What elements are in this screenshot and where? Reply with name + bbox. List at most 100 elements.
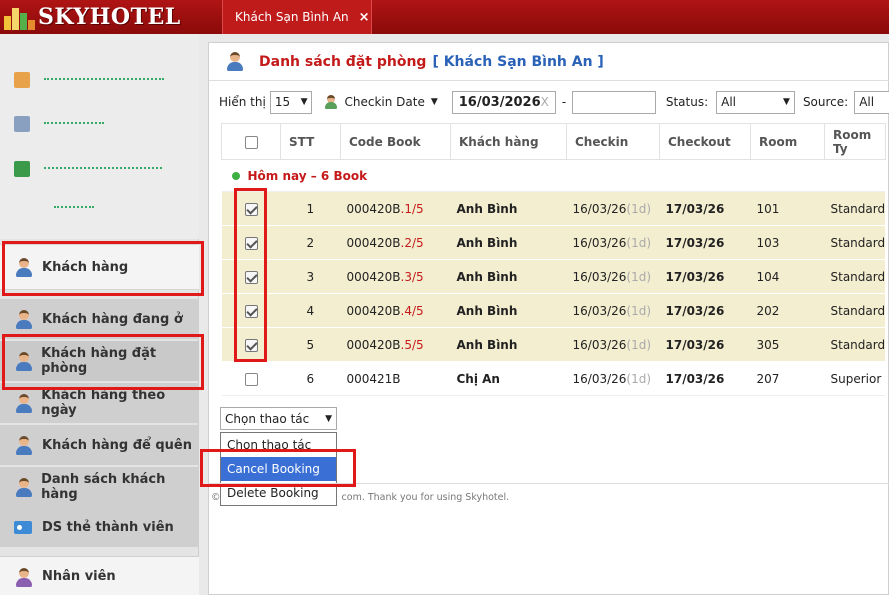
chevron-down-icon: ▼: [783, 97, 790, 107]
col-stt[interactable]: STT: [280, 123, 341, 160]
room-icon: [14, 72, 30, 88]
date-from-input[interactable]: 16/03/2026 X: [451, 90, 556, 114]
clear-date-icon[interactable]: X: [541, 95, 549, 109]
cell-code-book[interactable]: 000420B.2/5: [340, 225, 451, 260]
col-checkin[interactable]: Checkin: [566, 123, 660, 160]
code-book-value: 000421B: [346, 371, 401, 386]
sidebar-item-staying[interactable]: Khách hàng đang ở: [0, 299, 199, 339]
sidebar-item-label: Khách hàng đang ở: [42, 311, 183, 327]
code-book-suffix: .5/5: [400, 337, 424, 352]
cell-room-type: Standard: [824, 327, 886, 362]
sidebar-item-unlabeled-4[interactable]: [54, 206, 94, 210]
sidebar-item-customer-list[interactable]: Danh sách khách hàng: [0, 467, 199, 507]
cell-stt: 3: [280, 259, 341, 294]
status-label: Status:: [665, 95, 709, 109]
date-type-value: Checkin Date: [344, 95, 425, 109]
sidebar-item-member-cards[interactable]: DS thẻ thành viên: [0, 507, 199, 547]
sidebar-item-forgotten[interactable]: Khách hàng để quên: [0, 425, 199, 465]
sidebar-group-staff[interactable]: Nhân viên: [0, 556, 199, 595]
col-room[interactable]: Room: [750, 123, 825, 160]
row-checkbox[interactable]: [244, 338, 258, 352]
code-book-value: 000420B: [346, 201, 401, 216]
staff-icon: [14, 567, 34, 587]
col-room-type[interactable]: Room Ty: [824, 123, 886, 160]
cell-checkout: 17/03/26: [659, 361, 751, 396]
cell-guest[interactable]: Anh Bình: [450, 191, 567, 226]
select-all-header: [221, 123, 281, 160]
sidebar-group-label: Khách hàng: [42, 259, 129, 275]
code-book-suffix: .4/5: [400, 303, 424, 318]
cell-room-type: Standard: [824, 259, 886, 294]
col-checkout[interactable]: Checkout: [659, 123, 751, 160]
money-icon: [14, 161, 30, 177]
row-select-cell: [221, 259, 281, 294]
cell-code-book[interactable]: 000421B: [340, 361, 451, 396]
sidebar-item-by-date[interactable]: Khách hàng theo ngày: [0, 383, 199, 423]
cell-guest[interactable]: Anh Bình: [450, 259, 567, 294]
checkin-value: 16/03/26: [572, 269, 627, 284]
hotel-building-icon: [2, 2, 36, 32]
group-label: Hôm nay – 6 Book: [247, 168, 368, 183]
page-header: Danh sách đặt phòng [ Khách Sạn Bình An …: [209, 43, 889, 81]
booking-table: STT Code Book Khách hàng Checkin Checkou…: [221, 123, 886, 396]
cell-stt: 4: [280, 293, 341, 328]
row-checkbox[interactable]: [244, 372, 258, 386]
main-panel: Danh sách đặt phòng [ Khách Sạn Bình An …: [208, 42, 889, 595]
sidebar-group-customers[interactable]: Khách hàng: [0, 244, 199, 290]
source-select[interactable]: All: [854, 90, 889, 114]
table-row[interactable]: 1 000420B.1/5 Anh Bình 16/03/26(1d) 17/03/26…: [221, 191, 886, 226]
cell-guest[interactable]: Chị An: [450, 361, 567, 396]
table-row[interactable]: 4 000420B.4/5 Anh Bình 16/03/26(1d) 17/03/26…: [221, 293, 886, 328]
sidebar-item-unlabeled-1[interactable]: [14, 72, 164, 88]
source-label: Source:: [802, 95, 849, 109]
cell-code-book[interactable]: 000420B.5/5: [340, 327, 451, 362]
table-row[interactable]: 3 000420B.3/5 Anh Bình 16/03/26(1d) 17/03/26…: [221, 259, 886, 294]
col-code-book[interactable]: Code Book: [340, 123, 451, 160]
cell-room-type: Standard: [824, 293, 886, 328]
action-select[interactable]: Chọn thao tác ▼: [220, 407, 337, 430]
table-row[interactable]: 2 000420B.2/5 Anh Bình 16/03/26(1d) 17/03/26…: [221, 225, 886, 260]
cell-checkin: 16/03/26(1d): [566, 191, 660, 226]
sidebar-item-bookings[interactable]: Khách hàng đặt phòng: [0, 341, 199, 381]
tab-hotel[interactable]: Khách Sạn Bình An ×: [222, 0, 372, 34]
caret-down-icon: ▼: [430, 97, 438, 107]
cell-guest[interactable]: Anh Bình: [450, 293, 567, 328]
code-book-suffix: .2/5: [400, 235, 424, 250]
cell-checkin: 16/03/26(1d): [566, 293, 660, 328]
date-to-input[interactable]: [572, 90, 656, 114]
cell-checkin: 16/03/26(1d): [566, 327, 660, 362]
cell-checkout: 17/03/26: [659, 293, 751, 328]
row-checkbox[interactable]: [244, 270, 258, 284]
sidebar-item-unlabeled-2[interactable]: [14, 116, 104, 132]
select-all-checkbox[interactable]: [244, 135, 258, 149]
cell-room: 104: [750, 259, 825, 294]
action-option-choose[interactable]: Chọn thao tác: [221, 433, 336, 457]
status-select[interactable]: All ▼: [716, 90, 795, 114]
top-bar: SKYHOTEL Khách Sạn Bình An ×: [0, 0, 889, 34]
cell-code-book[interactable]: 000420B.1/5: [340, 191, 451, 226]
sidebar-item-unlabeled-3[interactable]: [14, 161, 162, 177]
app-logo[interactable]: SKYHOTEL: [0, 0, 199, 34]
cell-code-book[interactable]: 000420B.4/5: [340, 293, 451, 328]
action-option-cancel-booking[interactable]: Cancel Booking: [221, 457, 336, 481]
source-value: All: [859, 95, 875, 109]
tab-label: Khách Sạn Bình An: [235, 10, 349, 24]
chevron-down-icon: ▼: [300, 97, 308, 107]
cell-code-book[interactable]: 000420B.3/5: [340, 259, 451, 294]
table-row[interactable]: 5 000420B.5/5 Anh Bình 16/03/26(1d) 17/03/26…: [221, 327, 886, 362]
cell-guest[interactable]: Anh Bình: [450, 225, 567, 260]
tab-close-icon[interactable]: ×: [359, 10, 370, 25]
customer-icon: [14, 351, 33, 371]
row-checkbox[interactable]: [244, 202, 258, 216]
row-checkbox[interactable]: [244, 304, 258, 318]
cell-room: 103: [750, 225, 825, 260]
cell-room-type: Superior: [824, 361, 886, 396]
table-row[interactable]: 6 000421B Chị An 16/03/26(1d) 17/03/26 207 Sup…: [221, 361, 886, 396]
row-checkbox[interactable]: [244, 236, 258, 250]
col-guest[interactable]: Khách hàng: [450, 123, 567, 160]
date-type-select[interactable]: Checkin Date ▼: [324, 94, 438, 110]
cell-guest[interactable]: Anh Bình: [450, 327, 567, 362]
customer-icon: [324, 94, 340, 110]
row-select-cell: [221, 293, 281, 328]
page-size-select[interactable]: 15 ▼: [269, 90, 313, 114]
